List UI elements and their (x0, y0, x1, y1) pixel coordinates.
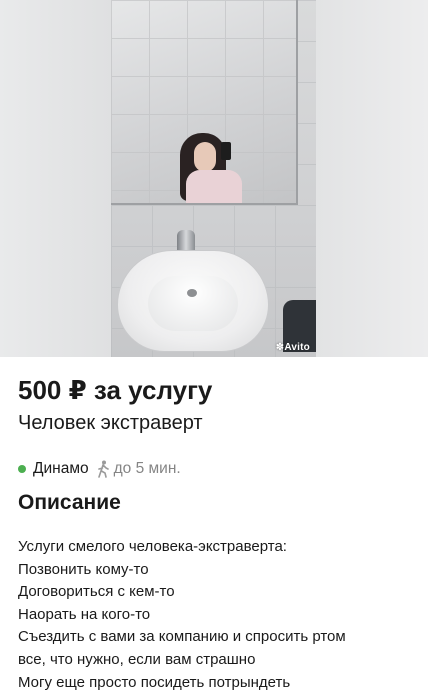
listing-photo[interactable]: ✽Avito (111, 0, 316, 357)
avito-watermark: ✽Avito (275, 342, 310, 353)
mirror (111, 0, 298, 205)
gallery-blur-right (316, 0, 428, 357)
metro-station-name: Динамо (33, 460, 89, 477)
walking-person-icon (96, 460, 110, 478)
description-heading: Описание (18, 491, 121, 514)
description-line: Позвонить кому-то (18, 560, 149, 578)
description-line: Договориться с кем-то (18, 583, 175, 601)
phone-in-hand (221, 142, 231, 160)
listing-price: 500 ₽ за услугу (18, 375, 213, 405)
metro-line-dot (18, 465, 26, 473)
metro-location[interactable]: Динамо до 5 мин. (18, 458, 181, 480)
description-text: Услуги смелого человека-экстраверта: Поз… (18, 536, 418, 694)
description-line: Съездить с вами за компанию и спросить р… (18, 628, 346, 646)
description-line: Услуги смелого человека-экстраверта: (18, 538, 287, 555)
person-face (194, 142, 216, 172)
photo-gallery[interactable]: ✽Avito (0, 0, 428, 357)
gallery-blur-left (0, 0, 111, 357)
description-line: Наорать на кого-то (18, 605, 151, 623)
description-line: Могу еще просто посидеть потрындеть (18, 673, 291, 691)
walk-time: до 5 мин. (113, 460, 181, 477)
person-shirt (186, 170, 242, 203)
description-line: все, что нужно, если вам страшно (18, 650, 256, 668)
listing-title: Человек экстраверт (18, 412, 203, 434)
sink (117, 250, 269, 352)
